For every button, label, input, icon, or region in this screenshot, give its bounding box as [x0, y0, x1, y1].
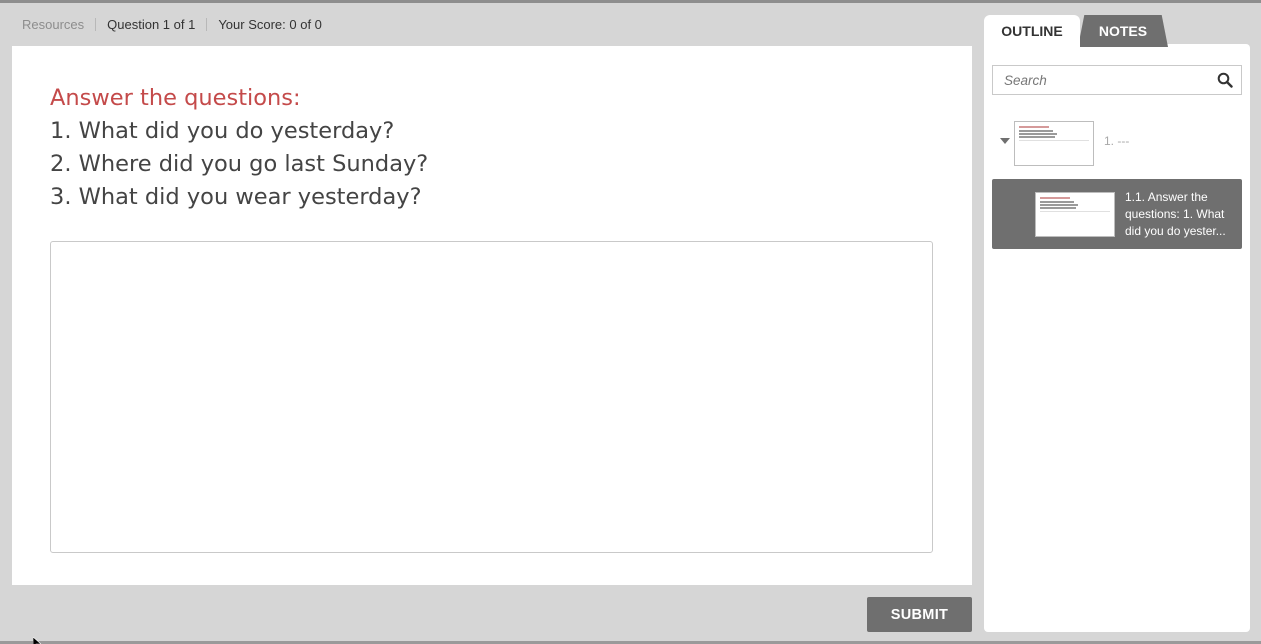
- slide-thumbnail: [1035, 192, 1115, 237]
- search-icon[interactable]: [1217, 72, 1233, 88]
- tab-notes[interactable]: NOTES: [1078, 15, 1168, 47]
- outline-item-slide[interactable]: 1.1. Answer the questions: 1. What did y…: [992, 179, 1242, 249]
- search-input[interactable]: [993, 66, 1213, 94]
- submit-button[interactable]: SUBMIT: [867, 597, 972, 632]
- top-bar: Resources Question 1 of 1 Your Score: 0 …: [12, 13, 333, 35]
- question-title: Answer the questions:: [50, 85, 301, 111]
- sidebar-panel: 1. --- 1.1. Answer the questions: 1. Wha…: [984, 44, 1250, 632]
- resources-link[interactable]: Resources: [12, 17, 95, 32]
- mouse-cursor-icon: [33, 637, 41, 644]
- question-text: Answer the questions: 1. What did you do…: [50, 82, 428, 214]
- search-box: [992, 65, 1242, 95]
- score-display: Your Score: 0 of 0: [218, 16, 322, 32]
- question-line: 2. Where did you go last Sunday?: [50, 151, 429, 177]
- question-line: 1. What did you do yesterday?: [50, 118, 395, 144]
- question-counter: Question 1 of 1: [107, 16, 196, 32]
- answer-input[interactable]: [50, 241, 933, 553]
- question-line: 3. What did you wear yesterday?: [50, 184, 422, 210]
- outline-item-label: 1.1. Answer the questions: 1. What did y…: [1125, 190, 1226, 238]
- outline-item-label: 1. ---: [1104, 134, 1130, 148]
- caret-down-icon[interactable]: [1000, 138, 1010, 144]
- slide-thumbnail: [1014, 121, 1094, 166]
- outline-item-scene[interactable]: 1. ---: [992, 118, 1242, 166]
- slide-content: Answer the questions: 1. What did you do…: [12, 46, 972, 585]
- tab-outline[interactable]: OUTLINE: [984, 15, 1080, 47]
